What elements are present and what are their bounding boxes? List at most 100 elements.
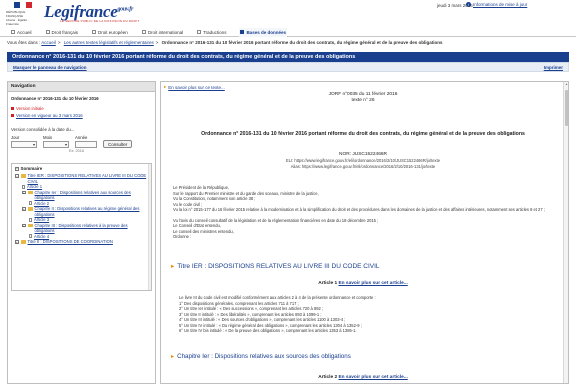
expand-icon[interactable]: + — [15, 240, 19, 244]
folder-icon — [20, 174, 26, 178]
day-select[interactable] — [11, 141, 37, 148]
tree-item[interactable]: − Titre IER : DISPOSITIONS RELATIVES AU L… — [15, 173, 148, 184]
nav-bullet-icon — [141, 30, 146, 34]
scrollbar-thumb[interactable] — [565, 90, 568, 126]
nav-item-bases-de-donnees[interactable]: Bases de données — [239, 27, 287, 37]
year-input[interactable] — [75, 141, 97, 148]
breadcrumb: Vous êtes dans : Accueil > Les autres tex… — [7, 40, 443, 45]
republique-francaise-logo[interactable]: RÉPUBLIQUE FRANÇAISE Liberté · Égalité ·… — [6, 2, 40, 26]
navigation-panel: Navigation Ordonnance n° 2016-131 du 10 … — [7, 81, 156, 384]
navigation-heading: Navigation — [8, 82, 155, 92]
summary-scrollbar[interactable] — [148, 164, 151, 290]
expand-icon[interactable]: + — [22, 190, 26, 194]
preamble-line: Ordonne : — [173, 234, 192, 239]
document-icon — [22, 184, 25, 189]
info-icon: i — [466, 2, 471, 7]
triangle-bullet-icon: ▸ — [171, 353, 175, 360]
update-info-label: Informations de mise à jour — [473, 2, 528, 7]
version-initial-link[interactable]: Version initiale — [16, 106, 44, 111]
consult-button[interactable]: Consulter — [103, 140, 133, 148]
tree-item-label: Titre II : DISPOSITIONS DE COORDINATION — [27, 239, 113, 244]
breadcrumb-prefix: Vous êtes dans : — [7, 40, 41, 45]
flag-icon — [14, 2, 32, 8]
preamble-line: Vu la loi n° 2015-177 du 16 février 2015… — [173, 207, 545, 212]
site-header: RÉPUBLIQUE FRANÇAISE Liberté · Égalité ·… — [0, 0, 576, 26]
article-2-label: Article 2 — [318, 375, 338, 380]
page-title: Ordonnance n° 2016-131 du 10 février 201… — [7, 52, 569, 62]
main-nav: Accueil Droit français Droit européen Dr… — [0, 27, 576, 37]
folder-icon — [27, 190, 33, 194]
text-number: texte n° 26 — [351, 98, 375, 103]
article-2-heading: Article 2 En savoir plus sur cet article… — [161, 375, 565, 380]
month-select[interactable] — [43, 141, 69, 148]
nav-bullet-icon — [240, 30, 245, 34]
breadcrumb-item[interactable]: Les autres textes législatifs et régleme… — [64, 40, 154, 45]
document-icon — [29, 234, 32, 238]
collapse-icon[interactable]: − — [15, 167, 19, 171]
article-1-see-more-link[interactable]: En savoir plus sur cet article... — [338, 281, 407, 286]
logo-line: Liberté · Égalité · Fraternité — [6, 18, 29, 26]
ordonnance-title: Ordonnance n° 2016-131 du 10 février 201… — [201, 131, 525, 137]
hide-navigation-link[interactable]: Masquer le panneau de navigation — [13, 65, 87, 70]
tree-item[interactable]: + Chapitre III : Dispositions relatives à… — [15, 223, 148, 234]
summary-heading: Sommaire — [20, 166, 43, 171]
chevron-down-icon — [33, 143, 35, 146]
article-1-heading: Article 1 En savoir plus sur cet article… — [161, 281, 565, 286]
print-link[interactable]: Imprimer — [544, 65, 563, 70]
eli-links: ELI: https://www.legifrance.gouv.fr/eli/… — [161, 158, 565, 169]
brand-suffix: gouv.fr — [117, 6, 133, 13]
day-label: Jour — [11, 135, 20, 140]
tree-item-label: Chapitre Ier : Dispositions relatives au… — [34, 189, 131, 201]
nav-item-traductions[interactable]: Traductions — [196, 28, 227, 37]
year-label: Année — [75, 135, 88, 140]
jorf-reference: JORF n°0035 du 11 février 2016 texte n° … — [161, 92, 565, 104]
article-2-see-more-link[interactable]: En savoir plus sur cet article... — [338, 375, 407, 380]
tree-item[interactable]: + Chapitre Ier : Dispositions relatives a… — [15, 190, 148, 201]
document-icon — [29, 201, 32, 205]
see-more-text-link[interactable]: ▸ En savoir plus sur ce texte... — [164, 84, 225, 90]
preamble: Le Président de la République, Sur le rap… — [173, 185, 559, 240]
alias-url: Alias: https://www.legifrance.gouv.fr/el… — [290, 163, 436, 169]
text-title: Ordonnance n° 2016-131 du 10 février 201… — [11, 96, 99, 101]
nav-bullet-icon — [45, 30, 50, 34]
nav-item-accueil[interactable]: Accueil — [10, 28, 33, 37]
nav-item-droit-international[interactable]: Droit international — [141, 28, 184, 37]
expand-icon[interactable]: + — [22, 207, 26, 211]
tree-item[interactable]: + Chapitre II : Dispositions relatives au… — [15, 206, 148, 217]
chapitre-heading[interactable]: ▸ Chapitre Ier : Dispositions relatives a… — [171, 353, 351, 360]
triangle-bullet-icon: ▸ — [171, 263, 175, 270]
tree-item-label: Chapitre II : Dispositions relatives au … — [34, 206, 140, 217]
nav-bullet-icon — [197, 30, 202, 34]
folder-icon — [27, 207, 33, 211]
nav-bullet-icon — [92, 30, 97, 34]
tree-list: − Titre IER : DISPOSITIONS RELATIVES AU L… — [12, 173, 151, 245]
nav-item-droit-francais[interactable]: Droit français — [45, 28, 80, 37]
summary-tree: − Sommaire − Titre IER : DISPOSITIONS RELA… — [11, 163, 152, 291]
bullet-icon — [11, 107, 14, 110]
chevron-up-icon[interactable]: ▲ — [564, 82, 569, 87]
document-scrollbar[interactable]: ▲ — [563, 82, 568, 383]
chevron-down-icon — [65, 143, 67, 146]
titre-heading[interactable]: ▸ Titre IER : DISPOSITIONS RELATIVES AU L… — [171, 262, 380, 271]
nor-reference: NOR: JUSC1522466R — [339, 152, 387, 157]
update-info-link[interactable]: i Informations de mise à jour — [466, 2, 527, 7]
document-icon — [29, 217, 32, 222]
article-1-body: Le livre III du code civil est modifié c… — [179, 295, 559, 334]
collapse-icon[interactable]: − — [15, 174, 19, 178]
triangle-bullet-icon: ▸ — [164, 84, 167, 89]
brand-tagline: LE SERVICE PUBLIC DE LA DIFFUSION DU DRO… — [60, 19, 140, 23]
consolidated-version-label: Version consolidée à la date du... — [11, 127, 75, 132]
tree-item-label: Chapitre III : Dispositions relatives à … — [34, 222, 128, 234]
version-current-link[interactable]: Version en vigueur au 3 mars 2016 — [16, 113, 83, 118]
folder-icon — [27, 223, 33, 227]
nav-item-droit-europeen[interactable]: Droit européen — [91, 28, 129, 37]
breadcrumb-item[interactable]: Accueil — [41, 40, 56, 45]
tree-item-label: Titre IER : DISPOSITIONS RELATIVES AU LI… — [27, 173, 147, 184]
tree-item[interactable]: + Titre II : DISPOSITIONS DE COORDINATION — [15, 239, 148, 245]
month-label: Mois — [43, 135, 53, 140]
toolbar: Masquer le panneau de navigation Imprime… — [7, 62, 569, 72]
document-panel: ▸ En savoir plus sur ce texte... JORF n°0… — [160, 81, 569, 384]
breadcrumb-current: Ordonnance n° 2016-131 du 10 février 201… — [161, 40, 443, 45]
folder-icon — [20, 240, 26, 244]
expand-icon[interactable]: + — [22, 223, 26, 227]
